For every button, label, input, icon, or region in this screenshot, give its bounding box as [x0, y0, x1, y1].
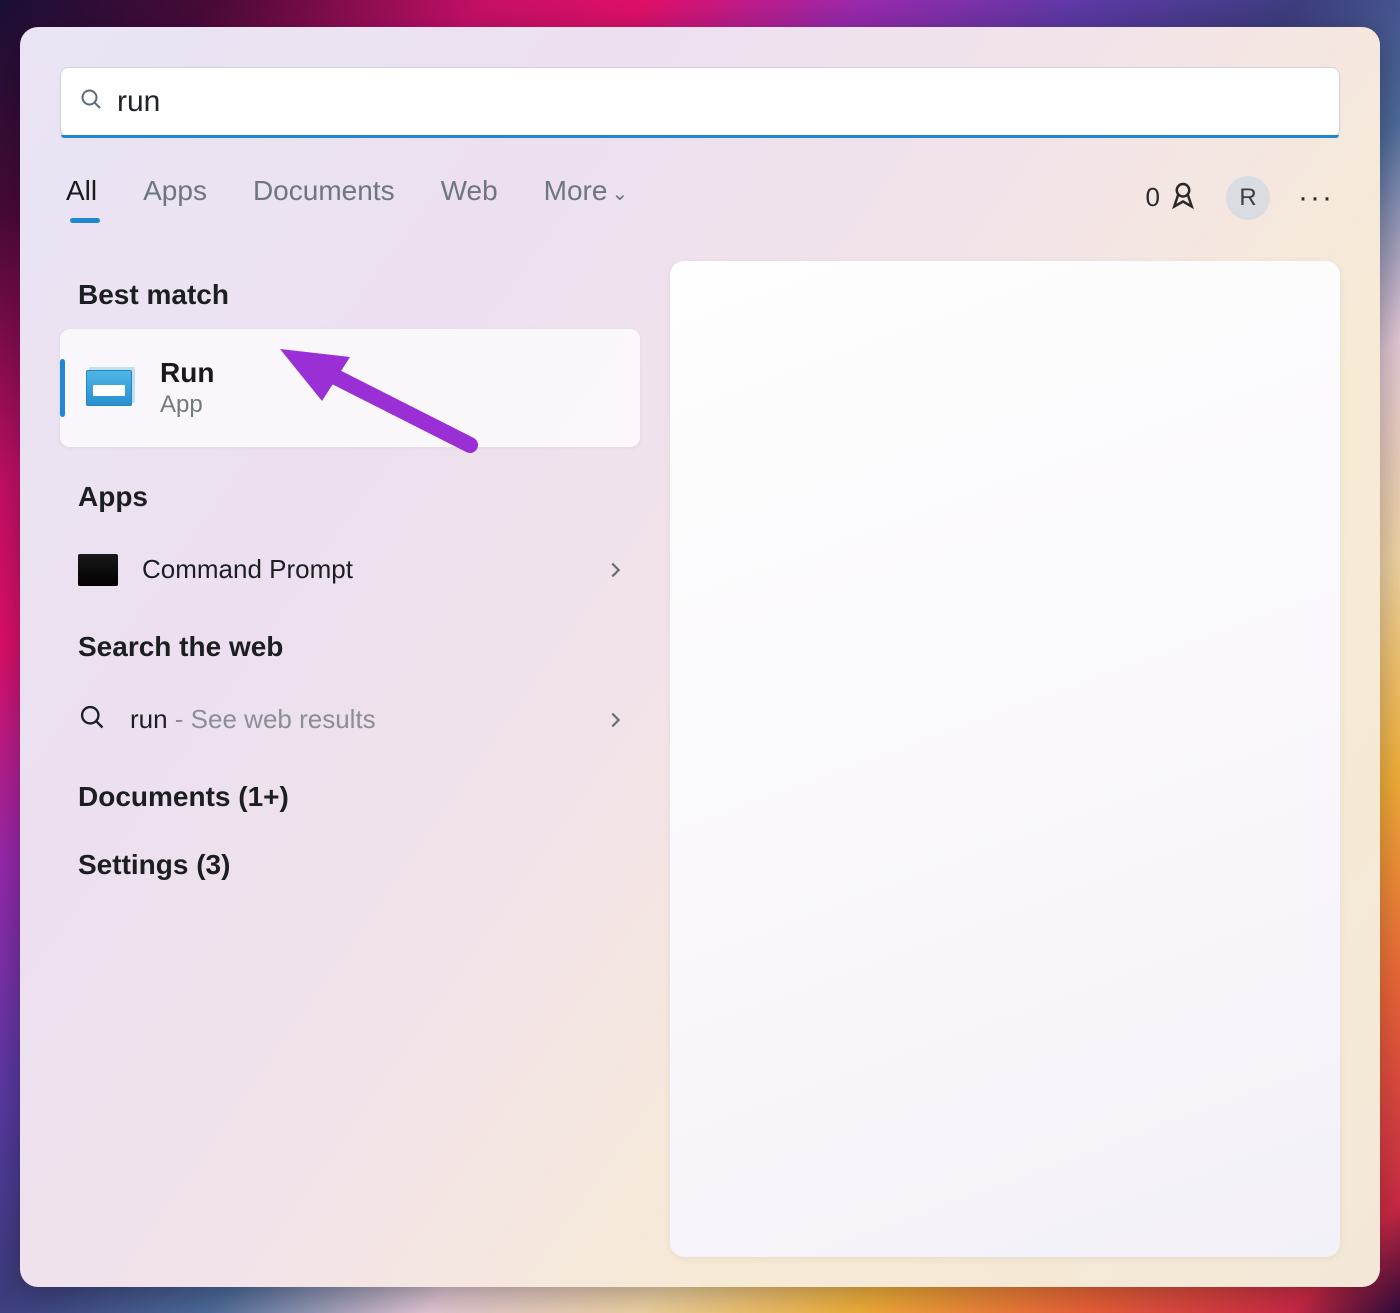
section-best-match: Best match	[78, 279, 640, 311]
section-apps: Apps	[78, 481, 640, 513]
tab-apps[interactable]: Apps	[143, 175, 207, 221]
tab-all[interactable]: All	[66, 175, 97, 221]
section-search-web: Search the web	[78, 631, 640, 663]
chevron-right-icon[interactable]	[604, 559, 626, 581]
web-item-term: run	[130, 704, 168, 734]
preview-panel	[670, 261, 1340, 1257]
best-match-texts: Run App	[160, 357, 214, 419]
user-avatar[interactable]: R	[1226, 176, 1270, 220]
search-icon	[78, 703, 106, 736]
tab-web[interactable]: Web	[441, 175, 498, 221]
more-options-button[interactable]: ···	[1298, 181, 1334, 215]
tab-documents[interactable]: Documents	[253, 175, 395, 221]
app-item-command-prompt[interactable]: Command Prompt	[60, 535, 640, 605]
tab-more[interactable]: More⌄	[544, 175, 629, 221]
medal-icon	[1168, 179, 1198, 216]
tab-more-label: More	[544, 175, 608, 206]
chevron-right-icon[interactable]	[604, 709, 626, 731]
best-match-title: Run	[160, 357, 214, 389]
run-app-icon	[86, 370, 132, 406]
chevron-down-icon: ⌄	[611, 183, 628, 205]
results-list: Best match Run App Apps	[60, 261, 640, 1287]
best-match-item-run[interactable]: Run App	[60, 329, 640, 447]
search-window: All Apps Documents Web More⌄ 0 R ··· Bes…	[20, 27, 1380, 1287]
filter-tabs: All Apps Documents Web More⌄	[66, 175, 628, 221]
rewards-points: 0	[1146, 182, 1160, 213]
app-item-title: Command Prompt	[142, 554, 353, 585]
search-bar[interactable]	[60, 67, 1340, 137]
section-settings[interactable]: Settings (3)	[78, 849, 640, 881]
rewards-button[interactable]: 0	[1146, 179, 1198, 216]
web-item-suffix: - See web results	[168, 704, 376, 734]
header-right-controls: 0 R ···	[1146, 176, 1334, 220]
search-icon	[79, 87, 103, 116]
results-body: Best match Run App Apps	[60, 261, 1340, 1287]
section-documents[interactable]: Documents (1+)	[78, 781, 640, 813]
web-item-run[interactable]: run - See web results	[60, 685, 640, 755]
best-match-subtitle: App	[160, 391, 214, 419]
filter-row: All Apps Documents Web More⌄ 0 R ···	[60, 175, 1340, 221]
search-input[interactable]	[117, 85, 1321, 119]
avatar-initial: R	[1239, 184, 1256, 212]
command-prompt-icon	[78, 554, 118, 586]
web-item-title: run - See web results	[130, 704, 376, 735]
